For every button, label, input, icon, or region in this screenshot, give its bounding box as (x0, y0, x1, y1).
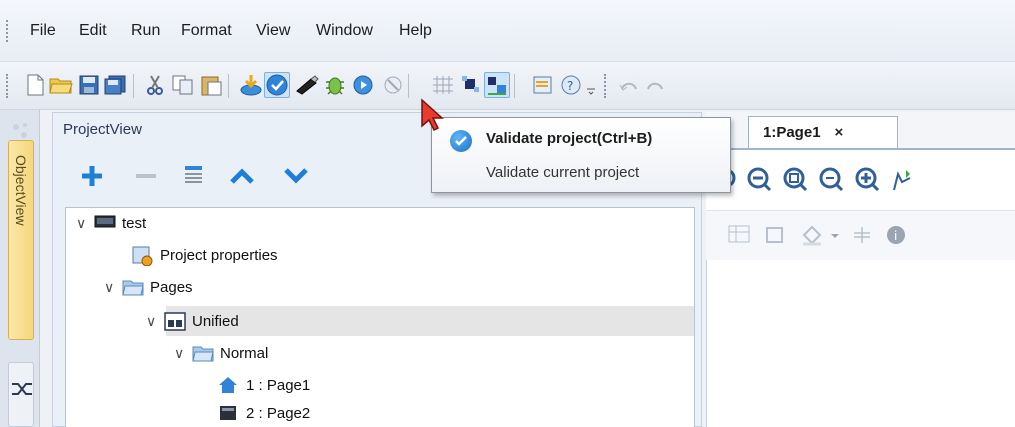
properties-icon[interactable] (530, 72, 556, 98)
toolbar-separator (228, 74, 229, 98)
toolbar-separator (514, 74, 515, 98)
tree-node-normal[interactable]: ∨ Normal (174, 338, 268, 368)
snap-icon[interactable] (458, 72, 484, 98)
tree-node-page2[interactable]: 2 : Page2 (218, 398, 310, 427)
remove-icon[interactable] (131, 161, 161, 191)
save-all-icon[interactable] (102, 72, 128, 98)
zoom-out-icon[interactable] (746, 166, 774, 198)
frame-icon[interactable] (764, 225, 786, 249)
tree-node-label: Unified (192, 312, 239, 330)
left-tab-secondary[interactable] (8, 362, 34, 427)
tree-node-pages[interactable]: ∨ Pages (104, 272, 193, 302)
menu-bar: File Edit Run Format View Window Help (0, 0, 1015, 62)
toolbar-separator (133, 74, 134, 98)
tab-label: 1:Page1 (763, 124, 821, 141)
menu-window[interactable]: Window (316, 22, 373, 40)
new-file-icon[interactable] (22, 72, 48, 98)
tree-node-page1[interactable]: 1 : Page1 (218, 370, 310, 400)
align-icon[interactable] (484, 72, 510, 98)
toolbar-grip[interactable] (6, 74, 10, 98)
tooltip-title: Validate project(Ctrl+B) (486, 130, 653, 147)
copy-icon[interactable] (170, 72, 196, 98)
usb-icon[interactable] (294, 72, 320, 98)
tree-node-project-properties[interactable]: Project properties (132, 240, 278, 270)
tree-node-label: test (122, 214, 147, 232)
grid-icon[interactable] (430, 72, 456, 98)
svg-text:i: i (894, 229, 897, 243)
menu-format[interactable]: Format (181, 22, 232, 40)
toolbar-overflow-icon[interactable] (584, 72, 598, 98)
shuffle-icon (12, 383, 32, 395)
svg-text:?: ? (567, 79, 573, 93)
move-up-icon[interactable] (227, 161, 257, 191)
menu-run[interactable]: Run (131, 22, 160, 40)
fill-color-icon[interactable] (800, 223, 824, 251)
zoom-in-icon[interactable] (854, 166, 882, 198)
tree-node-label: 2 : Page2 (246, 404, 311, 422)
move-down-icon[interactable] (281, 161, 311, 191)
stop-icon[interactable] (380, 72, 406, 98)
cut-icon[interactable] (142, 72, 168, 98)
tree-node-unified[interactable]: ∨ Unified (146, 306, 239, 336)
menu-view[interactable]: View (256, 22, 290, 40)
open-folder-icon[interactable] (48, 72, 74, 98)
format-toolbar: i (706, 210, 1015, 260)
tooltip-description: Validate current project (486, 164, 640, 181)
home-page-icon (218, 376, 240, 394)
main-toolbar: ? (0, 62, 1015, 110)
menu-edit[interactable]: Edit (79, 22, 107, 40)
validate-icon (450, 130, 472, 152)
mouse-cursor-icon (420, 98, 444, 136)
menu-help[interactable]: Help (399, 22, 432, 40)
zoom-reset-icon[interactable] (818, 166, 846, 198)
toolbar-separator (408, 74, 409, 98)
align-center-icon[interactable] (852, 225, 872, 249)
menubar-grip[interactable] (6, 20, 10, 42)
save-icon[interactable] (76, 72, 102, 98)
objectview-tab[interactable]: ObjectView (8, 140, 34, 340)
undo-icon[interactable] (616, 72, 642, 98)
info-icon[interactable]: i (886, 225, 906, 249)
menu-file[interactable]: File (30, 22, 56, 40)
toolbar-grip[interactable] (604, 74, 608, 98)
chevron-down-icon[interactable]: ∨ (146, 313, 164, 330)
validate-icon[interactable] (264, 72, 290, 98)
tree-node-test[interactable]: ∨ test (76, 208, 146, 238)
zoom-fit-icon[interactable] (782, 166, 810, 198)
rename-icon[interactable] (179, 161, 209, 191)
chevron-down-icon[interactable]: ∨ (174, 345, 192, 362)
chevron-down-icon[interactable]: ∨ (76, 215, 94, 232)
page-icon (218, 404, 240, 422)
tree-node-label: Pages (150, 278, 193, 296)
folder-icon (122, 278, 144, 296)
tree-node-label: 1 : Page1 (246, 376, 311, 394)
zoom-toolbar (706, 148, 1015, 210)
objectview-tab-label: ObjectView (13, 155, 29, 226)
project-tree: ∨ test Project properties ∨ Pages ∨ Unif… (65, 207, 695, 427)
add-icon[interactable] (77, 161, 107, 191)
debug-icon[interactable] (322, 72, 348, 98)
page-canvas[interactable] (706, 260, 1015, 427)
tree-node-label: Normal (220, 344, 269, 362)
objectview-pin-icon[interactable] (10, 120, 32, 142)
unified-icon (164, 312, 186, 331)
tree-node-label: Project properties (160, 246, 278, 264)
pan-icon[interactable] (890, 166, 914, 198)
chevron-down-icon[interactable]: ∨ (104, 279, 122, 296)
monitor-icon (94, 214, 116, 232)
close-icon[interactable]: × (835, 124, 844, 141)
redo-icon[interactable] (642, 72, 668, 98)
validate-tooltip: Validate project(Ctrl+B) Validate curren… (431, 117, 731, 193)
table-icon[interactable] (728, 225, 750, 249)
tree-selection-highlight (166, 306, 694, 336)
help-icon[interactable]: ? (558, 72, 584, 98)
paste-icon[interactable] (198, 72, 224, 98)
properties-icon (132, 246, 154, 267)
run-icon[interactable] (350, 72, 376, 98)
folder-icon (192, 344, 214, 362)
tab-page1[interactable]: 1:Page1 × (748, 116, 898, 148)
dropdown-arrow-icon[interactable] (830, 227, 840, 245)
download-icon[interactable] (238, 72, 264, 98)
